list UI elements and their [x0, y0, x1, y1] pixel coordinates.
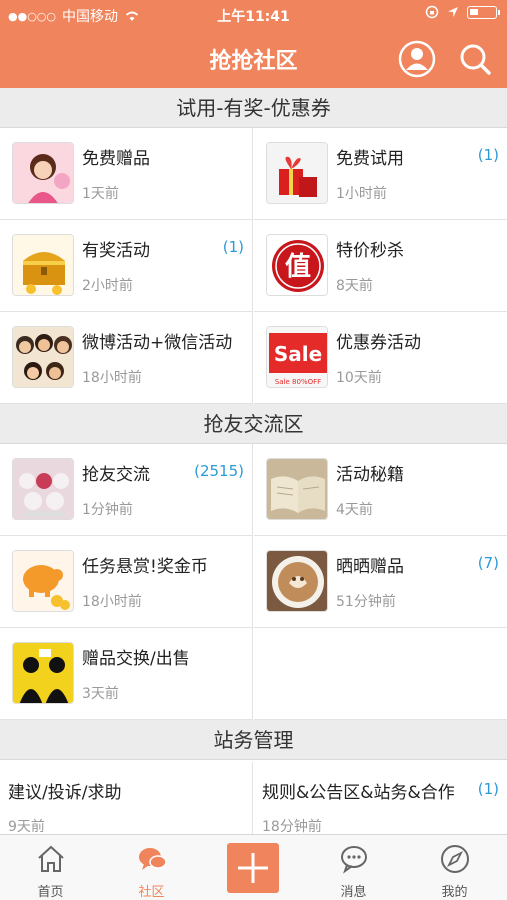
forum-name: 赠品交换/出售 — [82, 649, 190, 669]
forum-time: 4天前 — [336, 502, 373, 518]
piggy-bank-image — [13, 551, 73, 611]
forum-thumbnail — [266, 458, 328, 520]
forum-count-badge: (2515) — [194, 462, 244, 480]
crowd-image — [13, 327, 73, 387]
forum-time: 10天前 — [336, 370, 382, 386]
compass-icon — [441, 845, 469, 873]
forum-time: 18分钟前 — [262, 819, 322, 835]
forum-thumbnail — [12, 642, 74, 704]
search-icon — [460, 44, 491, 75]
forum-event-tips[interactable]: 活动秘籍 4天前 — [254, 444, 507, 536]
forum-name: 晒晒赠品 — [336, 557, 404, 577]
forum-prize-event[interactable]: 有奖活动 2小时前 (1) — [0, 220, 253, 312]
forum-thumbnail — [12, 234, 74, 296]
sale-sub-text: Sale 80%OFF — [275, 378, 321, 386]
sale-text: Sale — [274, 342, 322, 366]
forum-time: 2小时前 — [82, 278, 133, 294]
forum-thumbnail: Sale Sale 80%OFF — [266, 326, 328, 388]
tab-profile[interactable]: 我的 — [404, 835, 505, 900]
forum-thumbnail — [12, 142, 74, 204]
forum-name: 微博活动+微信活动 — [82, 333, 233, 353]
battery-icon — [467, 5, 500, 19]
section-header-community: 抢友交流区 — [0, 404, 507, 444]
user-button[interactable] — [397, 39, 437, 79]
treasure-chest-image — [13, 235, 73, 295]
forum-weibo-wechat[interactable]: 微博活动+微信活动 18小时前 — [0, 312, 253, 404]
forum-thumbnail — [12, 550, 74, 612]
search-button[interactable] — [455, 39, 495, 79]
forum-name: 活动秘籍 — [336, 465, 404, 485]
forum-free-gift[interactable]: 免费赠品 1天前 — [0, 128, 253, 220]
section-header-trial: 试用-有奖-优惠券 — [0, 88, 507, 128]
forum-time: 1天前 — [82, 186, 119, 202]
gift-box-image — [267, 143, 327, 203]
doll-image — [13, 143, 73, 203]
forum-show-gift[interactable]: 晒晒赠品 51分钟前 (7) — [254, 536, 507, 628]
forum-time: 1小时前 — [336, 186, 387, 202]
tab-messages[interactable]: 消息 — [303, 835, 404, 900]
forum-count-badge: (1) — [477, 146, 499, 164]
post-button[interactable] — [227, 843, 279, 893]
silhouettes-image — [13, 643, 73, 703]
forum-thumbnail — [266, 550, 328, 612]
forum-time: 18小时前 — [82, 370, 142, 386]
status-bar: ●●○○○ 中国移动 上午11:41 — [0, 0, 507, 30]
forum-time: 18小时前 — [82, 594, 142, 610]
sale-tag-image: Sale Sale 80%OFF — [267, 327, 327, 387]
tab-bar: 首页 社区 消息 我的 — [0, 834, 507, 900]
forum-coupon-event[interactable]: Sale Sale 80%OFF 优惠券活动 10天前 — [254, 312, 507, 404]
value-stamp-image: 值 — [267, 235, 327, 295]
forum-free-trial[interactable]: 免费试用 1小时前 (1) — [254, 128, 507, 220]
forum-count-badge: (1) — [477, 780, 499, 798]
forum-name: 任务悬赏!奖金币 — [82, 557, 208, 577]
open-book-image — [267, 459, 327, 519]
forum-thumbnail — [266, 142, 328, 204]
tab-label: 消息 — [340, 885, 367, 900]
forum-count-badge: (7) — [477, 554, 499, 572]
forum-name: 抢友交流 — [82, 465, 150, 485]
forum-name: 有奖活动 — [82, 241, 150, 261]
nav-bar: 抢抢社区 — [0, 30, 507, 88]
forum-name: 特价秒杀 — [336, 241, 404, 261]
forum-count-badge: (1) — [222, 238, 244, 256]
tab-label: 首页 — [37, 885, 64, 900]
forum-rules[interactable]: 规则&公告区&站务&合作 18分钟前 (1) — [254, 762, 507, 835]
tab-community[interactable]: 社区 — [101, 835, 202, 900]
rotation-lock-icon — [425, 5, 439, 19]
home-icon — [38, 845, 64, 872]
status-right — [425, 5, 500, 19]
forum-friend-chat[interactable]: 抢友交流 1分钟前 (2515) — [0, 444, 253, 536]
forum-name: 规则&公告区&站务&合作 — [262, 783, 455, 803]
forum-gift-exchange[interactable]: 赠品交换/出售 3天前 — [0, 628, 253, 720]
forum-feedback[interactable]: 建议/投诉/求助 9天前 — [0, 762, 253, 835]
user-icon — [398, 40, 436, 78]
forum-task-reward[interactable]: 任务悬赏!奖金币 18小时前 — [0, 536, 253, 628]
forum-thumbnail: 值 — [266, 234, 328, 296]
forum-flash-sale[interactable]: 值 特价秒杀 8天前 — [254, 220, 507, 312]
forum-time: 1分钟前 — [82, 502, 133, 518]
plus-icon — [238, 853, 268, 883]
forum-time: 3天前 — [82, 686, 119, 702]
forum-time: 51分钟前 — [336, 594, 396, 610]
message-icon — [341, 846, 367, 874]
forum-name: 建议/投诉/求助 — [8, 783, 122, 803]
chess-pieces-image — [13, 459, 73, 519]
forum-time: 8天前 — [336, 278, 373, 294]
forum-time: 9天前 — [8, 819, 45, 835]
value-stamp-text: 值 — [285, 252, 311, 282]
forum-empty-slot — [254, 628, 507, 720]
chat-bubbles-icon — [139, 848, 167, 870]
forum-thumbnail — [12, 458, 74, 520]
latte-image — [267, 551, 327, 611]
forum-thumbnail — [12, 326, 74, 388]
forum-name: 优惠券活动 — [336, 333, 421, 353]
forum-name: 免费赠品 — [82, 149, 150, 169]
tab-label: 我的 — [441, 885, 468, 900]
location-icon — [448, 7, 458, 17]
tab-label: 社区 — [138, 885, 165, 900]
tab-home[interactable]: 首页 — [0, 835, 101, 900]
section-header-admin: 站务管理 — [0, 720, 507, 760]
tab-post[interactable] — [202, 835, 303, 900]
forum-name: 免费试用 — [336, 149, 404, 169]
